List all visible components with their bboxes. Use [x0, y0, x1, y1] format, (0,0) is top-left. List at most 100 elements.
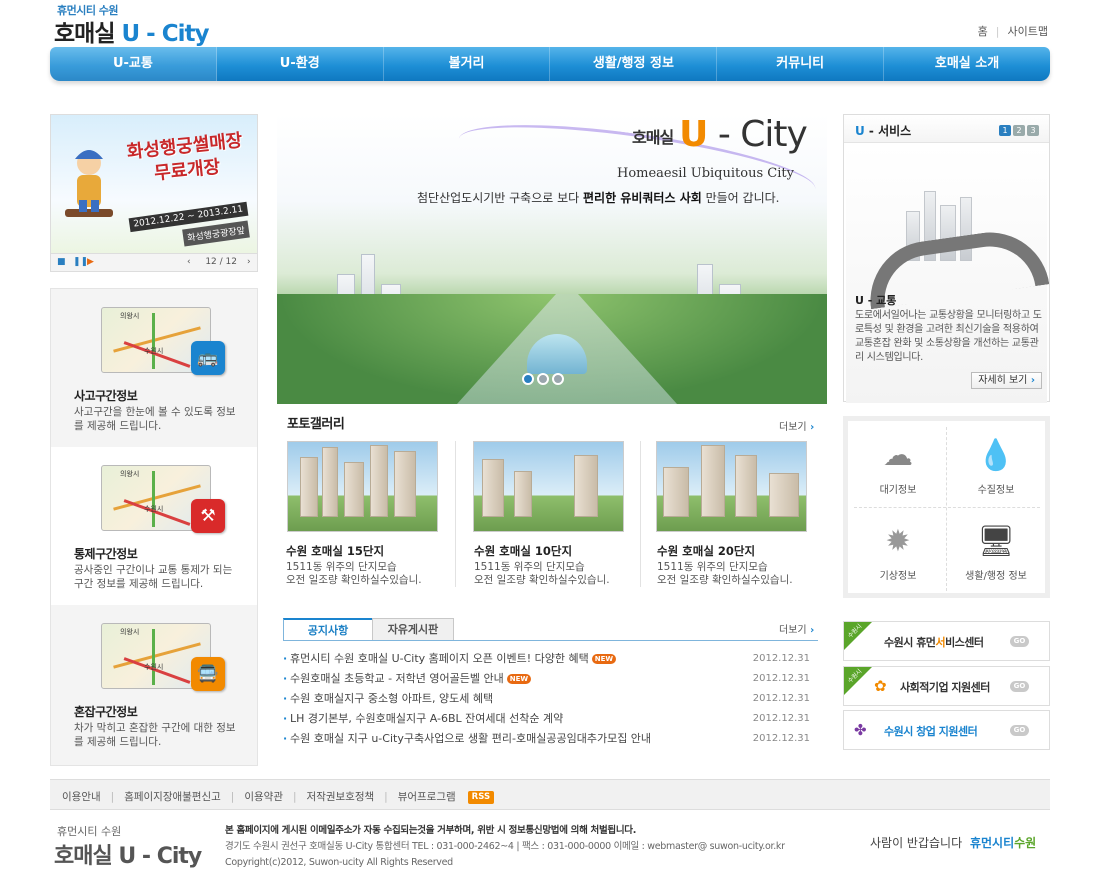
gallery-item-desc: 1511동 위주의 단지모습 오전 일조량 확인하실수있습니. [474, 561, 610, 586]
panel-title: U - 서비스 [855, 122, 911, 139]
nav-item-u-traffic[interactable]: U-교통 [50, 47, 217, 81]
notice-date: 2012.12.31 [752, 733, 810, 744]
label-part: 사회적기업 지원센터 [900, 681, 990, 694]
service-subtitle: U - 교통 [855, 294, 897, 307]
control-section-item[interactable]: 의왕시 수원시 ⚒ 통제구간정보 공사중인 구간이나 교통 통제가 되는 구간 … [51, 447, 257, 605]
main-navigation: U-교통 U-환경 볼거리 생활/행정 정보 커뮤니티 호매실 소개 [50, 47, 1050, 81]
banner-title: 화성행궁썰매장 무료개장 [125, 130, 244, 185]
footer-logo: 호매실 U - City [54, 838, 202, 870]
slide-dot[interactable] [522, 373, 534, 385]
hero-subtitle: Homeaesil Ubiquitous City [617, 166, 794, 181]
link-label: 수원시 휴먼서비스센터 [884, 634, 984, 650]
go-button[interactable]: GO [1010, 636, 1029, 647]
air-info-link[interactable]: ☁ 대기정보 [850, 423, 946, 507]
brand-part: 휴먼시티 [969, 836, 1015, 850]
slide-dot[interactable] [537, 373, 549, 385]
info-label: 대기정보 [879, 485, 917, 496]
social-enterprise-center-link[interactable]: 수원시 ✿ 사회적기업 지원센터 GO [843, 666, 1050, 706]
banner-play-icon[interactable]: ▶ [87, 257, 94, 267]
section-description: 사고구간을 한눈에 볼 수 있도록 정보를 제공해 드립니다. [74, 406, 236, 432]
people-icon: ✿ [874, 677, 887, 695]
life-admin-info-link[interactable]: 🖥 생활/행정 정보 [948, 509, 1044, 593]
notice-date: 2012.12.31 [752, 673, 810, 684]
go-button[interactable]: GO [1010, 725, 1029, 736]
map-label: 의왕시 [120, 470, 140, 478]
list-item[interactable]: 수원 호매실 지구 u-City구축사업으로 생활 편리-호매실공공임대추가모집… [283, 730, 818, 750]
startup-center-link[interactable]: ✤ 수원시 창업 지원센터 GO [843, 710, 1050, 750]
hero-title-rest: - City [707, 114, 808, 155]
nav-item-u-environment[interactable]: U-환경 [217, 47, 384, 81]
sun-icon: ✹ [885, 524, 911, 559]
map-label: 수원시 [144, 505, 164, 513]
section-title: 통제구간정보 [74, 547, 138, 561]
rss-button[interactable]: RSS [467, 790, 495, 804]
sitemap-link[interactable]: 사이트맵 [1008, 25, 1048, 38]
page-button[interactable]: 3 [1027, 125, 1039, 136]
home-link[interactable]: 홈 [978, 25, 988, 38]
human-service-center-link[interactable]: 수원시 수원시 휴먼서비스센터 GO [843, 621, 1050, 661]
footer-link[interactable]: 이용약관 [244, 791, 283, 803]
top-links: 홈 | 사이트맵 [978, 23, 1048, 39]
list-item[interactable]: 수원 호매실지구 중소형 아파트, 양도세 혜택 2012.12.31 [283, 690, 818, 710]
detail-button[interactable]: 자세히 보기 [971, 372, 1042, 389]
gallery-caption[interactable]: 수원 호매실 15단지 1511동 위주의 단지모습 오전 일조량 확인하실수있… [286, 543, 446, 587]
footer-copyright: Copyright(c)2012, Suwon-ucity All Rights… [225, 857, 453, 868]
tab-notice[interactable]: 공지사항 [283, 618, 373, 641]
map-label: 의왕시 [120, 312, 140, 320]
panel-header: U - 서비스 123 [844, 115, 1049, 143]
banner-stop-icon[interactable]: ■ [57, 257, 66, 267]
notice-text: 휴먼시티 수원 호매실 U-City 홈페이지 오픈 이벤트! 다양한 혜택 [290, 652, 589, 665]
list-item[interactable]: 수원호매실 초등학교 - 저학년 영어골든벨 안내NEW 2012.12.31 [283, 670, 818, 690]
slide-dot[interactable] [552, 373, 564, 385]
gallery-photo[interactable] [473, 441, 624, 532]
section-title: 혼잡구간정보 [74, 705, 138, 719]
gallery-photo[interactable] [656, 441, 807, 532]
notice-text: 수원 호매실 지구 u-City구축사업으로 생활 편리-호매실공공임대추가모집… [290, 732, 652, 745]
new-badge: NEW [506, 674, 532, 684]
hero-slogan: 첨단산업도시기반 구축으로 보다 편리한 유비쿼터스 사회 만들어 갑니다. [417, 189, 779, 206]
tab-free-board[interactable]: 자유게시판 [372, 618, 454, 641]
divider [283, 640, 818, 641]
page-button[interactable]: 2 [1013, 125, 1025, 136]
event-banner[interactable]: 화성행궁썰매장 무료개장 2012.12.22 ~ 2013.2.11 화성행궁… [50, 114, 258, 272]
water-info-link[interactable]: 💧 수질정보 [948, 423, 1044, 507]
accident-section-item[interactable]: 의왕시 수원시 🚌 사고구간정보 사고구간을 한눈에 볼 수 있도록 정보를 제… [51, 289, 257, 447]
notice-date: 2012.12.31 [752, 693, 810, 704]
footer-links-bar: 이용안내 | 홈페이지장애불편신고 | 이용약관 | 저작권보호정책 | 뷰어프로그램 RSS [50, 779, 1050, 810]
section-description: 차가 막히고 혼잡한 구간에 대한 정보를 제공해 드립니다. [74, 722, 236, 748]
list-item[interactable]: 휴먼시티 수원 호매실 U-City 홈페이지 오픈 이벤트! 다양한 혜택NE… [283, 650, 818, 670]
gallery-more-link[interactable]: 더보기 [779, 418, 814, 433]
list-item[interactable]: LH 경기본부, 수원호매실지구 A-6BL 잔여세대 선착순 계약 2012.1… [283, 710, 818, 730]
footer-link[interactable]: 이용안내 [62, 791, 101, 803]
logo-ucity-text: U - City [121, 21, 210, 47]
page-button[interactable]: 1 [999, 125, 1011, 136]
nav-item-about[interactable]: 호매실 소개 [884, 47, 1050, 81]
gallery-caption[interactable]: 수원 호매실 20단지 1511동 위주의 단지모습 오전 일조량 확인하실수있… [657, 543, 817, 587]
footer-brand: 사람이 반갑습니다 휴먼시티수원 [870, 834, 1036, 851]
info-label: 수질정보 [977, 485, 1015, 496]
nav-item-life-admin[interactable]: 생활/행정 정보 [550, 47, 718, 81]
service-pager: 123 [997, 123, 1039, 136]
notice-more-link[interactable]: 더보기 [779, 621, 814, 636]
divider [455, 441, 456, 587]
notice-text: LH 경기본부, 수원호매실지구 A-6BL 잔여세대 선착순 계약 [290, 712, 564, 725]
banner-pause-icon[interactable]: ❚❚ [73, 257, 88, 267]
hero-title-prefix: 호매실 [632, 128, 674, 147]
nav-item-attractions[interactable]: 볼거리 [384, 47, 551, 81]
gallery-item-title: 수원 호매실 20단지 [657, 544, 756, 558]
gallery-caption[interactable]: 수원 호매실 10단지 1511동 위주의 단지모습 오전 일조량 확인하실수있… [474, 543, 634, 587]
go-button[interactable]: GO [1010, 681, 1029, 692]
congestion-section-item[interactable]: 의왕시 수원시 🚍 혼잡구간정보 차가 막히고 혼잡한 구간에 대한 정보를 제… [51, 605, 257, 763]
footer-link[interactable]: 뷰어프로그램 [398, 791, 456, 803]
roadwork-icon: ⚒ [191, 499, 225, 533]
gallery-photo[interactable] [287, 441, 438, 532]
nav-item-community[interactable]: 커뮤니티 [717, 47, 885, 81]
banner-next-icon[interactable]: › [247, 257, 251, 267]
footer-link[interactable]: 저작권보호정책 [307, 791, 375, 803]
weather-info-link[interactable]: ✹ 기상정보 [850, 509, 946, 593]
gallery-title: 포토갤러리 [287, 417, 345, 432]
site-logo[interactable]: 호매실 U - City [54, 14, 210, 48]
banner-prev-icon[interactable]: ‹ [187, 257, 191, 267]
footer-link[interactable]: 홈페이지장애불편신고 [124, 791, 221, 803]
footer-address: 경기도 수원시 권선구 호매실동 U-City 통합센터 TEL : 031-0… [225, 841, 785, 852]
